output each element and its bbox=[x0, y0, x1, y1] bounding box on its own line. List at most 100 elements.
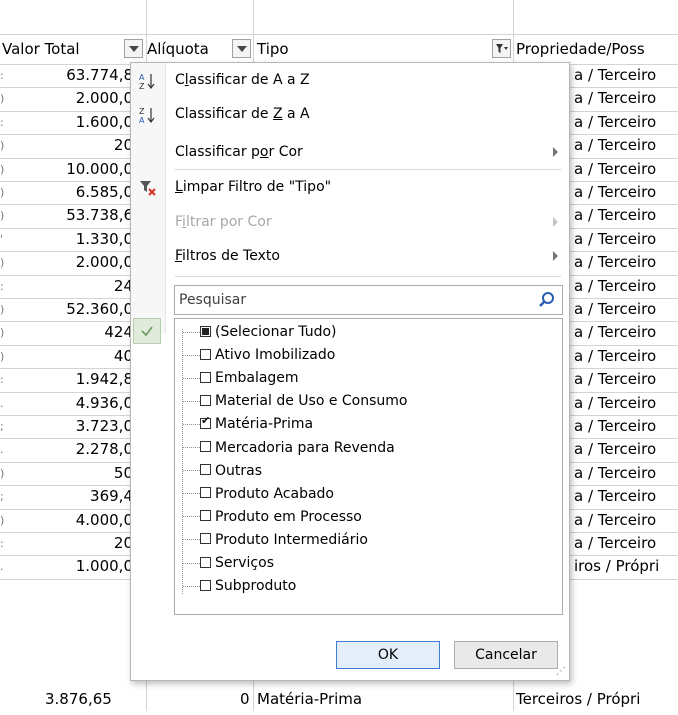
filter-list-item[interactable]: Material de Uso e Consumo bbox=[183, 390, 407, 412]
cell-propriedade[interactable]: a / Terceiro bbox=[574, 509, 656, 532]
checkbox[interactable] bbox=[200, 487, 211, 499]
cell-propriedade[interactable]: a / Terceiro bbox=[574, 64, 656, 87]
checkbox[interactable] bbox=[200, 441, 211, 452]
filter-list-item[interactable]: Produto Acabado bbox=[183, 483, 334, 505]
cell-valor-total[interactable]: 1.330,0 bbox=[0, 228, 133, 251]
cell-valor-total[interactable]: 4.000,0 bbox=[0, 509, 133, 532]
cell-valor-total[interactable]: 50 bbox=[0, 462, 133, 485]
cell-valor-total[interactable]: 6.585,0 bbox=[0, 181, 133, 204]
search-input[interactable]: Pesquisar bbox=[174, 285, 563, 315]
clear-filter-icon bbox=[139, 179, 157, 197]
checkbox[interactable] bbox=[200, 464, 211, 476]
filter-list-item[interactable]: Produto Intermediário bbox=[183, 529, 368, 551]
checkbox[interactable] bbox=[200, 414, 211, 429]
checkbox[interactable] bbox=[200, 394, 211, 406]
menu-item-sort-z-a[interactable]: ZA Classificar de Z a A bbox=[131, 97, 569, 131]
cell-propriedade[interactable]: a / Terceiro bbox=[574, 532, 656, 555]
filter-button-valor-total[interactable] bbox=[124, 39, 143, 58]
checkbox[interactable] bbox=[200, 371, 211, 383]
filter-list-item[interactable]: Subproduto bbox=[183, 575, 296, 597]
cell-valor-total[interactable]: 52.360,0 bbox=[0, 298, 133, 321]
svg-text:A: A bbox=[139, 73, 145, 82]
cell-valor-total[interactable]: 53.738,6 bbox=[0, 204, 133, 227]
cell-propriedade[interactable]: a / Terceiro bbox=[574, 438, 656, 461]
cell-propriedade[interactable]: a / Terceiro bbox=[574, 321, 656, 344]
cell-propriedade[interactable]: a / Terceiro bbox=[574, 111, 656, 134]
cell-propriedade[interactable]: a / Terceiro bbox=[574, 251, 656, 274]
tree-connector bbox=[183, 331, 200, 333]
cell-propriedade[interactable]: a / Terceiro bbox=[574, 368, 656, 391]
partial-bottom-row: 3.876,65 0 Matéria-Prima Terceiros / Pró… bbox=[0, 690, 678, 715]
ok-button[interactable]: OK bbox=[336, 641, 440, 669]
cell-propriedade[interactable]: a / Terceiro bbox=[574, 204, 656, 227]
cell-valor-total[interactable]: 20 bbox=[0, 532, 133, 555]
cell-valor-total[interactable]: 40 bbox=[0, 345, 133, 368]
filter-list-item[interactable]: (Selecionar Tudo) bbox=[183, 321, 337, 343]
cell-valor-total[interactable]: 63.774,8 bbox=[0, 64, 133, 87]
checkbox[interactable] bbox=[200, 510, 211, 522]
cell-valor-total[interactable]: 20 bbox=[0, 134, 133, 157]
cell-valor-total[interactable]: 1.942,8 bbox=[0, 368, 133, 391]
cell-propriedade[interactable]: a / Terceiro bbox=[574, 158, 656, 181]
filter-button-aliquota[interactable] bbox=[232, 39, 251, 58]
search-icon[interactable] bbox=[538, 291, 556, 309]
header-valor-total[interactable]: Valor Total bbox=[2, 34, 80, 64]
cell-valor-total[interactable]: 369,4 bbox=[0, 485, 133, 508]
filter-list-item[interactable]: Mercadoria para Revenda bbox=[183, 437, 395, 459]
cell-propriedade[interactable]: a / Terceiro bbox=[574, 415, 656, 438]
cell-propriedade[interactable]: a / Terceiro bbox=[574, 134, 656, 157]
header-tipo[interactable]: Tipo bbox=[257, 34, 289, 64]
cell-propriedade[interactable]: a / Terceiro bbox=[574, 392, 656, 415]
submenu-arrow-icon bbox=[553, 147, 558, 157]
resize-grip-icon[interactable]: ⋰ bbox=[556, 666, 566, 677]
checkbox[interactable] bbox=[200, 533, 211, 545]
cell-valor-total[interactable]: 2.000,0 bbox=[0, 251, 133, 274]
filter-list-item[interactable]: Produto em Processo bbox=[183, 506, 362, 528]
cell-propriedade[interactable]: a / Terceiro bbox=[574, 485, 656, 508]
checkbox[interactable] bbox=[200, 556, 211, 568]
menu-separator bbox=[175, 276, 561, 277]
checkbox[interactable] bbox=[200, 325, 211, 337]
cell-valor-total[interactable]: 24 bbox=[0, 275, 133, 298]
submenu-arrow-icon bbox=[553, 217, 558, 227]
cell-propriedade[interactable]: a / Terceiro bbox=[574, 87, 656, 110]
cell-valor-total[interactable]: 1.000,0 bbox=[0, 555, 133, 578]
filter-list-item-label: Matéria-Prima bbox=[215, 416, 314, 433]
top-band bbox=[0, 0, 678, 34]
filter-list-item[interactable]: Ativo Imobilizado bbox=[183, 344, 335, 366]
cell-valor-total[interactable]: 2.278,0 bbox=[0, 438, 133, 461]
filter-list-item[interactable]: Outras bbox=[183, 460, 262, 482]
filter-value-list[interactable]: (Selecionar Tudo) Ativo Imobilizado Embala… bbox=[174, 318, 563, 615]
cell-propriedade[interactable]: a / Terceiro bbox=[574, 228, 656, 251]
cell-valor-total[interactable]: 10.000,0 bbox=[0, 158, 133, 181]
cell-propriedade[interactable]: a / Terceiro bbox=[574, 345, 656, 368]
tree-connector bbox=[183, 470, 200, 472]
menu-item-sort-by-color[interactable]: Classificar por Cor bbox=[131, 135, 569, 169]
menu-item-sort-a-z[interactable]: AZ Classificar de A a Z bbox=[131, 63, 569, 97]
menu-item-text-filters[interactable]: Filtros de Texto bbox=[131, 239, 569, 273]
cell-propriedade[interactable]: a / Terceiro bbox=[574, 275, 656, 298]
filter-list-item-label: Produto Acabado bbox=[215, 485, 334, 502]
checkbox[interactable] bbox=[200, 579, 211, 591]
cell-valor-total[interactable]: 1.600,0 bbox=[0, 111, 133, 134]
cell-valor-total[interactable]: 3.723,0 bbox=[0, 415, 133, 438]
cell-valor-total[interactable]: 4.936,0 bbox=[0, 392, 133, 415]
filter-button-tipo[interactable] bbox=[492, 39, 511, 58]
filter-list-item[interactable]: Embalagem bbox=[183, 367, 299, 389]
cell-propriedade[interactable]: iros / Própri bbox=[574, 555, 659, 578]
filter-list-item[interactable]: Matéria-Prima bbox=[183, 413, 313, 435]
cell-valor-total[interactable]: 424 bbox=[0, 321, 133, 344]
cell-valor-total[interactable]: 2.000,0 bbox=[0, 87, 133, 110]
header-aliquota[interactable]: Alíquota bbox=[147, 34, 209, 64]
header-propriedade[interactable]: Propriedade/Poss bbox=[516, 34, 645, 64]
cell-propriedade[interactable]: a / Terceiro bbox=[574, 181, 656, 204]
cell-propriedade[interactable]: a / Terceiro bbox=[574, 462, 656, 485]
search-placeholder: Pesquisar bbox=[179, 292, 247, 308]
checkbox[interactable] bbox=[200, 348, 211, 360]
menu-item-clear-filter[interactable]: Limpar Filtro de "Tipo" bbox=[131, 170, 569, 204]
svg-text:Z: Z bbox=[139, 107, 145, 116]
cell-propriedade[interactable]: a / Terceiro bbox=[574, 298, 656, 321]
cancel-button[interactable]: Cancelar bbox=[454, 641, 558, 669]
sort-a-z-icon: AZ bbox=[139, 72, 157, 91]
filter-list-item[interactable]: Serviços bbox=[183, 552, 274, 574]
